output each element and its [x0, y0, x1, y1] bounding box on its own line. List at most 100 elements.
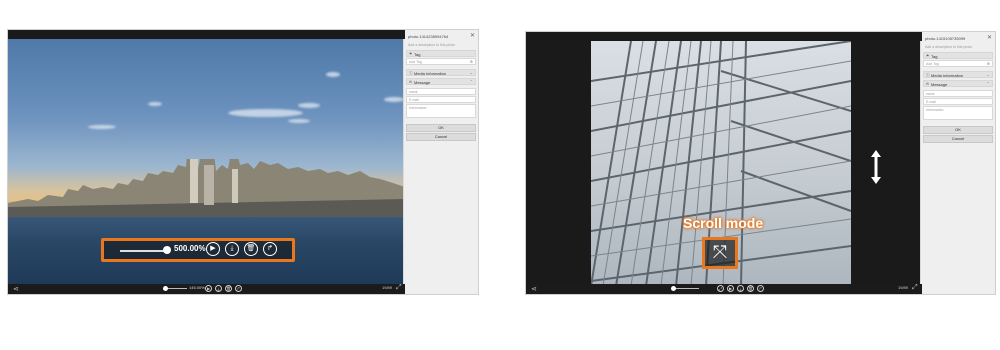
close-icon[interactable]: ✕: [987, 34, 992, 41]
add-tag-input[interactable]: Add Tag ⊕: [406, 58, 476, 65]
viewer-controls-highlight: 500.00% ▶ ⤓ 🗑 ↱: [101, 238, 295, 262]
mini-download-icon[interactable]: ⤓: [215, 285, 222, 292]
tag-add-icon[interactable]: ⊕: [987, 61, 990, 66]
tag-icon: ⚑: [409, 52, 413, 56]
photo-title: photo-1414235994764: [408, 34, 449, 39]
message-section-header[interactable]: ✉ Message ⌃: [406, 78, 476, 85]
ok-button[interactable]: OK: [923, 126, 993, 134]
cloud: [288, 119, 310, 123]
add-tag-placeholder: Add Tag: [409, 60, 422, 64]
photo-title: photo-1415105735099: [925, 36, 966, 41]
message-label: Message: [931, 82, 948, 87]
dark-margin-right: [851, 41, 922, 284]
mini-zoom-handle[interactable]: [671, 286, 676, 291]
tag-icon: ⚑: [926, 54, 930, 58]
download-icon[interactable]: ⤓: [225, 242, 239, 256]
mini-zoom-handle[interactable]: [163, 286, 168, 291]
image-viewer[interactable]: Scroll mode ⤧ ⋖ ⤢ ▶ ⤓ 🗑 ↱ 19/89 ⤢: [526, 32, 922, 294]
email-field[interactable]: E-mail: [406, 96, 476, 103]
zoom-slider-track[interactable]: [120, 250, 168, 252]
viewer-top-bar: [526, 32, 922, 41]
cloud: [88, 125, 116, 129]
name-placeholder: name: [926, 92, 935, 96]
viewer-bottom-bar: ⋖ ⤢ ▶ ⤓ 🗑 ↱ 19/89 ⤢: [526, 284, 922, 294]
tag-section-label: Tag: [931, 54, 938, 59]
chevron-down-icon: ⌄: [986, 72, 990, 77]
add-tag-placeholder: Add Tag: [926, 62, 939, 66]
mini-controls: ⤢ ▶ ⤓ 🗑 ↱: [671, 285, 766, 293]
cancel-button[interactable]: Cancel: [406, 133, 476, 141]
mini-download-icon[interactable]: ⤓: [737, 285, 744, 292]
tag-add-icon[interactable]: ⊕: [470, 59, 473, 64]
information-field[interactable]: Information: [406, 104, 476, 118]
cloud: [228, 109, 303, 117]
chevron-up-icon: ⌃: [469, 79, 473, 84]
media-info-label: Media Information: [414, 71, 447, 76]
email-field[interactable]: E-mail: [923, 98, 993, 105]
add-tag-input[interactable]: Add Tag ⊕: [923, 60, 993, 67]
chevron-down-icon: ⌄: [469, 70, 473, 75]
mini-play-icon[interactable]: ▶: [205, 285, 212, 292]
play-icon[interactable]: ▶: [206, 242, 220, 256]
scroll-mode-label: Scroll mode: [683, 215, 764, 231]
scroll-mode-icon[interactable]: ⤧: [702, 237, 738, 269]
media-info-section-header[interactable]: ⓘ Media Information ⌄: [406, 69, 476, 76]
cancel-button[interactable]: Cancel: [923, 135, 993, 143]
name-placeholder: name: [409, 90, 418, 94]
description-field[interactable]: Add a description to this photo: [408, 43, 455, 47]
cloud: [326, 72, 340, 77]
information-placeholder: Information: [926, 108, 944, 112]
ok-button[interactable]: OK: [406, 124, 476, 132]
mini-rotate-icon[interactable]: ↱: [235, 285, 242, 292]
dark-margin-left: [526, 41, 591, 284]
screenshot-stage: 500.00% ▶ ⤓ 🗑 ↱ ⋖ 145.00% ▶ ⤓ 🗑 ↱ 19/89: [0, 0, 1000, 350]
viewer-bottom-bar: ⋖ 145.00% ▶ ⤓ 🗑 ↱ 19/89 ⤢: [8, 284, 405, 294]
media-info-label: Media Information: [931, 73, 964, 78]
info-side-panel: photo-1415105735099 ✕ Add a description …: [920, 32, 995, 294]
message-label: Message: [414, 80, 431, 85]
mini-controls: 145.00% ▶ ⤓ 🗑 ↱: [163, 285, 253, 293]
photo-counter: 19/89: [382, 285, 393, 290]
skyline-buildings: [8, 159, 405, 217]
tag-section-header[interactable]: ⚑ Tag: [923, 52, 993, 59]
message-icon: ✉: [926, 82, 929, 86]
cloud: [298, 103, 320, 108]
message-icon: ✉: [409, 80, 412, 84]
chevron-up-icon: ⌃: [986, 81, 990, 86]
tag-section-header[interactable]: ⚑ Tag: [406, 50, 476, 57]
name-field[interactable]: name: [923, 90, 993, 97]
mini-play-icon[interactable]: ▶: [727, 285, 734, 292]
information-field[interactable]: Information: [923, 106, 993, 120]
info-icon: ⓘ: [926, 73, 930, 77]
email-placeholder: E-mail: [409, 98, 419, 102]
mini-trash-icon[interactable]: 🗑: [747, 285, 754, 292]
information-placeholder: Information: [409, 106, 427, 110]
cloud: [148, 102, 162, 106]
close-icon[interactable]: ✕: [470, 32, 475, 39]
photo-viewer-window-right: Scroll mode ⤧ ⋖ ⤢ ▶ ⤓ 🗑 ↱ 19/89 ⤢ photo-…: [525, 31, 996, 295]
trash-icon[interactable]: 🗑: [244, 242, 258, 256]
zoom-slider-handle[interactable]: [163, 246, 171, 254]
share-icon[interactable]: ⋖: [13, 285, 19, 293]
info-side-panel: photo-1414235994764 ✕ Add a description …: [403, 30, 478, 294]
message-section-header[interactable]: ✉ Message ⌃: [923, 80, 993, 87]
photo-viewer-window-left: 500.00% ▶ ⤓ 🗑 ↱ ⋖ 145.00% ▶ ⤓ 🗑 ↱ 19/89: [7, 29, 479, 295]
description-field[interactable]: Add a description to this photo: [925, 45, 972, 49]
vertical-scroll-arrow-icon: [871, 150, 881, 184]
media-info-section-header[interactable]: ⓘ Media Information ⌄: [923, 71, 993, 78]
mini-rotate-icon[interactable]: ↱: [757, 285, 764, 292]
email-placeholder: E-mail: [926, 100, 936, 104]
tag-section-label: Tag: [414, 52, 421, 57]
mini-trash-icon[interactable]: 🗑: [225, 285, 232, 292]
name-field[interactable]: name: [406, 88, 476, 95]
share-icon[interactable]: ⋖: [531, 285, 537, 293]
mini-scroll-mode-icon[interactable]: ⤢: [717, 285, 724, 292]
mini-zoom-level: 145.00%: [189, 285, 205, 290]
image-viewer[interactable]: 500.00% ▶ ⤓ 🗑 ↱ ⋖ 145.00% ▶ ⤓ 🗑 ↱ 19/89: [8, 30, 405, 294]
cloud: [384, 97, 404, 102]
info-icon: ⓘ: [409, 71, 413, 75]
expand-icon[interactable]: ⤢: [912, 284, 918, 292]
zoom-level: 500.00%: [174, 244, 206, 253]
rotate-icon[interactable]: ↱: [263, 242, 277, 256]
expand-icon[interactable]: ⤢: [396, 284, 402, 292]
